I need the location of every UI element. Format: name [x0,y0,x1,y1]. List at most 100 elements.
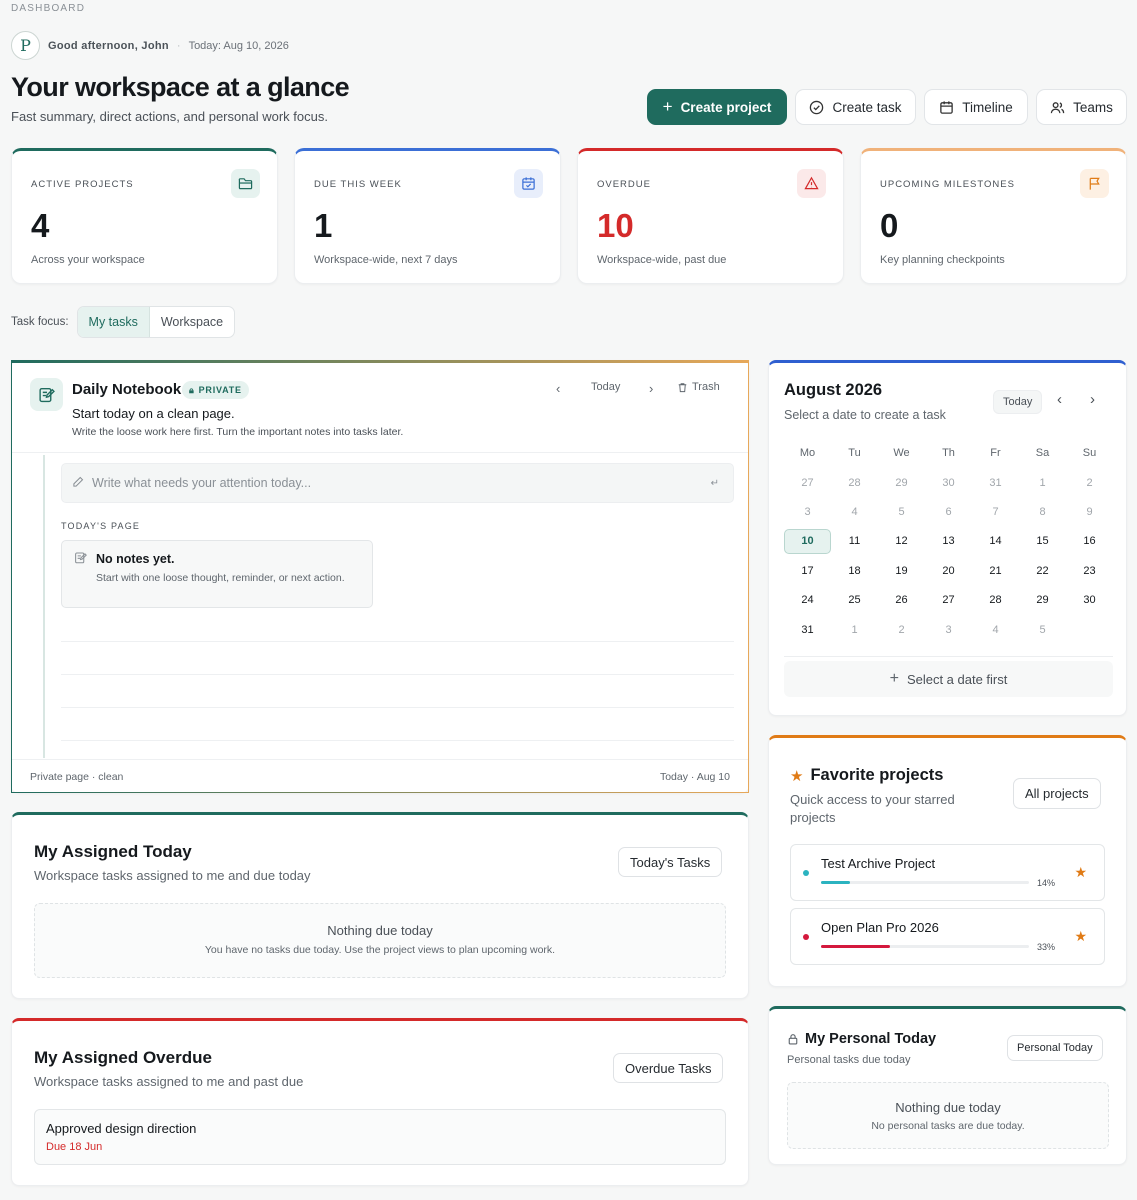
task-focus: Task focus: My tasks Workspace [11,306,236,338]
assigned-today-subtitle: Workspace tasks assigned to me and due t… [34,868,311,883]
notebook-next-button[interactable]: › [649,381,653,396]
project-name: Test Archive Project [821,856,936,871]
teams-button[interactable]: Teams [1036,89,1127,125]
calendar-day[interactable]: 13 [925,527,972,556]
project-percent: 33% [1037,942,1056,952]
calendar-next-button[interactable]: › [1090,391,1095,408]
calendar-day[interactable]: 19 [878,556,925,585]
timeline-button[interactable]: Timeline [924,89,1028,125]
calendar-day[interactable]: 4 [831,497,878,526]
pencil-icon [72,476,84,491]
notebook-input[interactable]: Write what needs your attention today...… [61,463,734,503]
calendar-day[interactable]: 7 [972,497,1019,526]
all-projects-button[interactable]: All projects [1013,778,1101,809]
daily-notebook-card: Daily Notebook 🔒︎ PRIVATE Start today on… [11,360,749,793]
plus-icon: + [662,97,673,116]
stat-card-active-projects[interactable]: ACTIVE PROJECTS 4 Across your workspace [11,148,278,284]
assigned-today-card: My Assigned Today Workspace tasks assign… [11,812,749,999]
create-project-button[interactable]: + Create project [647,89,787,125]
calendar-day[interactable]: 30 [925,468,972,497]
notebook-footer: Private page · clean Today · Aug 10 [12,759,748,792]
stat-card-due-this-week[interactable]: DUE THIS WEEK 1 Workspace-wide, next 7 d… [294,148,561,284]
calendar-day[interactable]: 2 [878,615,925,644]
calendar-day[interactable]: 12 [878,527,925,556]
select-date-button[interactable]: + Select a date first [784,661,1113,697]
overdue-tasks-button[interactable]: Overdue Tasks [613,1053,724,1083]
personal-today-card: My Personal Today Personal tasks due tod… [768,1006,1127,1165]
calendar-day[interactable]: 3 [925,615,972,644]
notebook-header: Daily Notebook 🔒︎ PRIVATE Start today on… [12,363,748,453]
calendar-day[interactable]: 24 [784,586,831,615]
stat-card-upcoming-milestones[interactable]: UPCOMING MILESTONES 0 Key planning check… [860,148,1127,284]
calendar-day[interactable]: 16 [1066,527,1113,556]
notebook-title: Daily Notebook [72,381,182,398]
calendar-today-button[interactable]: Today [993,390,1043,414]
weekday-header: Tu [848,447,861,459]
weekday-header: Fr [990,447,1001,459]
notebook-body: Write what needs your attention today...… [43,455,748,758]
calendar-day[interactable]: 1 [1019,468,1066,497]
calendar-day[interactable]: 25 [831,586,878,615]
calendar-day[interactable]: 21 [972,556,1019,585]
weekday-header: Th [942,447,955,459]
calendar-check-icon [514,169,543,198]
weekday-header: Mo [799,447,816,459]
empty-title: Nothing due today [895,1100,1001,1115]
create-task-label: Create task [832,99,902,115]
calendar-day[interactable]: 29 [1019,586,1066,615]
calendar-day[interactable]: 23 [1066,556,1113,585]
calendar-day[interactable]: 28 [831,468,878,497]
calendar-day[interactable]: 22 [1019,556,1066,585]
task-focus-label: Task focus: [11,316,69,328]
notebook-trash-button[interactable]: Trash [677,381,720,393]
stat-value: 10 [597,207,634,244]
calendar-day[interactable]: 6 [925,497,972,526]
calendar-day[interactable]: 20 [925,556,972,585]
assigned-overdue-card: My Assigned Overdue Workspace tasks assi… [11,1018,749,1186]
stat-desc: Workspace-wide, past due [597,254,727,266]
calendar-day[interactable]: 28 [972,586,1019,615]
calendar-day[interactable]: 31 [972,468,1019,497]
empty-desc: You have no tasks due today. Use the pro… [204,944,556,956]
calendar-day[interactable]: 15 [1019,527,1066,556]
calendar-prev-button[interactable]: ‹ [1057,391,1062,408]
task-row[interactable]: Approved design direction Due 18 Jun [34,1109,726,1165]
stat-card-overdue[interactable]: OVERDUE 10 Workspace-wide, past due [577,148,844,284]
favorite-project-item[interactable]: Open Plan Pro 2026 33% ★ [790,908,1105,965]
weekday-header: Sa [1035,447,1050,459]
calendar-day[interactable]: 29 [878,468,925,497]
favorite-projects-card: ★ Favorite projects Quick access to your… [768,735,1127,987]
calendar-day[interactable]: 1 [831,615,878,644]
project-percent: 14% [1037,878,1056,888]
todays-tasks-button[interactable]: Today's Tasks [618,847,723,877]
calendar-day[interactable]: 4 [972,615,1019,644]
star-icon[interactable]: ★ [1074,864,1087,881]
star-icon[interactable]: ★ [1074,928,1087,945]
favorite-project-item[interactable]: Test Archive Project 14% ★ [790,844,1105,901]
calendar-day[interactable]: 3 [784,497,831,526]
lock-icon: 🔒︎ [189,384,195,395]
create-task-button[interactable]: Create task [795,89,916,125]
line-divider [61,674,734,675]
calendar-day[interactable]: 27 [925,586,972,615]
calendar-day-selected[interactable]: 10 [784,528,831,555]
calendar-day[interactable]: 14 [972,527,1019,556]
calendar-day[interactable]: 30 [1066,586,1113,615]
calendar-day[interactable]: 2 [1066,468,1113,497]
calendar-day[interactable]: 18 [831,556,878,585]
task-focus-my-tasks[interactable]: My tasks [77,307,150,337]
notebook-prev-button[interactable]: ‹ [556,381,560,396]
task-focus-workspace[interactable]: Workspace [150,307,234,337]
calendar-day[interactable]: 31 [784,615,831,644]
calendar-day[interactable]: 8 [1019,497,1066,526]
calendar-day[interactable]: 9 [1066,497,1113,526]
calendar-day[interactable]: 11 [831,527,878,556]
notebook-today-button[interactable]: Today [591,381,620,393]
personal-today-button[interactable]: Personal Today [1007,1035,1103,1061]
check-circle-icon [810,100,824,114]
calendar-day[interactable]: 26 [878,586,925,615]
calendar-day[interactable]: 5 [878,497,925,526]
calendar-day[interactable]: 27 [784,468,831,497]
calendar-day[interactable]: 17 [784,556,831,585]
calendar-day[interactable]: 5 [1019,615,1066,644]
